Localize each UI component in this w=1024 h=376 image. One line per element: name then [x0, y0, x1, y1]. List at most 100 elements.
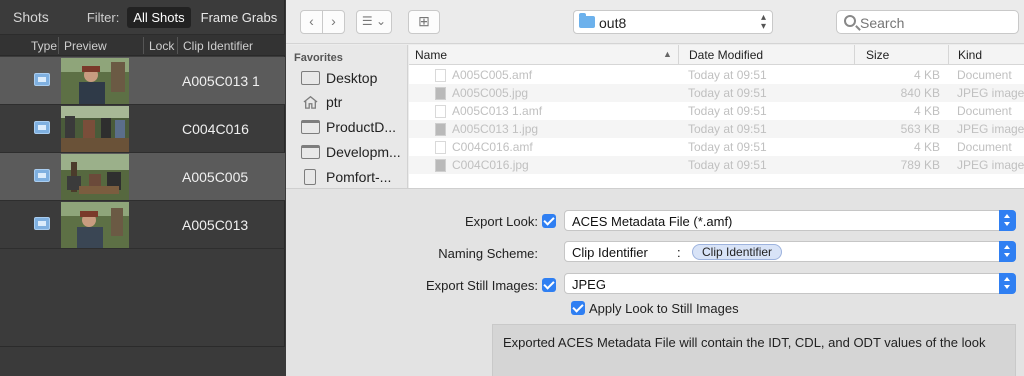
sidebar-item-home[interactable]: ptr [301, 92, 406, 114]
document-icon [435, 105, 446, 118]
file-size: 4 KB [913, 140, 940, 154]
sidebar-item-productd[interactable]: ProductD... [301, 117, 406, 139]
info-box: Exported ACES Metadata File will contain… [492, 324, 1016, 376]
document-icon [435, 69, 446, 82]
popup-arrows-icon [999, 210, 1016, 231]
home-icon [303, 95, 318, 109]
shots-title: Shots [13, 9, 49, 25]
filter-frame-grabs-button[interactable]: Frame Grabs [195, 7, 284, 28]
image-icon [435, 159, 446, 172]
column-date-modified[interactable]: Date Modified [689, 48, 763, 62]
document-icon [435, 141, 446, 154]
search-field[interactable] [836, 10, 1019, 34]
export-look-label: Export Look: [465, 214, 538, 229]
shot-row[interactable]: C004C016 [0, 105, 285, 153]
clip-thumbnail [61, 202, 129, 248]
shots-column-header: Type Preview Lock Clip Identifier [0, 34, 285, 56]
file-row[interactable]: A005C013 1.jpg Today at 09:51 563 KB JPE… [409, 120, 1024, 138]
shots-list: A005C013 1 C004C016 A005C005 A005C013 [0, 57, 285, 249]
file-list-header: Name ▲ Date Modified Size Kind [409, 45, 1024, 65]
finder-sidebar: Favorites Desktop ptr ProductD... Develo… [286, 45, 408, 188]
export-still-images-label: Export Still Images: [426, 278, 538, 293]
export-look-popup[interactable]: ACES Metadata File (*.amf) [564, 210, 1016, 231]
shots-panel: Shots Filter: All Shots Frame Grabs Type… [0, 0, 285, 376]
folder-icon [301, 120, 320, 134]
sidebar-item-developm[interactable]: Developm... [301, 142, 406, 164]
document-icon [304, 169, 316, 185]
column-divider [948, 45, 949, 65]
column-divider [177, 37, 178, 54]
search-icon [844, 15, 856, 27]
column-divider [143, 37, 144, 54]
naming-prefix: Clip Identifier [572, 245, 648, 260]
image-icon [435, 87, 446, 100]
sidebar-item-desktop[interactable]: Desktop [301, 68, 406, 90]
file-name: A005C013 1.jpg [452, 122, 539, 136]
search-input[interactable] [860, 14, 1010, 31]
clip-type-icon [34, 169, 50, 182]
shot-row[interactable]: A005C013 [0, 201, 285, 249]
filter-all-shots-button[interactable]: All Shots [127, 6, 191, 28]
column-type[interactable]: Type [31, 39, 57, 53]
clip-identifier: A005C005 [182, 169, 249, 185]
new-folder-button[interactable]: ⊞ [408, 10, 440, 34]
shots-topbar: Shots Filter: All Shots Frame Grabs [0, 0, 284, 34]
save-sheet: ‹ › ☰ ⌄ ⊞ out8 ▴▾ Favorites Desktop ptr [286, 0, 1024, 376]
column-size[interactable]: Size [866, 48, 889, 62]
file-name: A005C005.amf [452, 68, 533, 82]
file-date: Today at 09:51 [688, 86, 767, 100]
file-size: 4 KB [913, 68, 940, 82]
apply-look-checkbox[interactable] [571, 301, 585, 315]
file-row[interactable]: A005C005.jpg Today at 09:51 840 KB JPEG … [409, 84, 1024, 102]
apply-look-label[interactable]: Apply Look to Still Images [589, 301, 739, 316]
sidebar-item-pomfort[interactable]: Pomfort-... [301, 167, 406, 189]
file-kind: Document [957, 104, 1012, 118]
file-row[interactable]: A005C013 1.amf Today at 09:51 4 KB Docum… [409, 102, 1024, 120]
clip-identifier: A005C013 [182, 217, 249, 233]
export-still-images-checkbox[interactable] [542, 278, 556, 292]
shot-row[interactable]: A005C013 1 [0, 57, 285, 105]
column-preview[interactable]: Preview [64, 39, 107, 53]
path-label: out8 [599, 15, 627, 31]
naming-separator: : [677, 245, 681, 260]
file-kind: JPEG image [957, 158, 1024, 172]
naming-token[interactable]: Clip Identifier [692, 244, 783, 260]
clip-type-icon [34, 121, 50, 134]
export-options-panel: Export Look: ACES Metadata File (*.amf) … [286, 188, 1024, 376]
column-lock[interactable]: Lock [149, 39, 174, 53]
popup-arrows-icon: ▴ ▾ [760, 12, 766, 32]
view-options-button[interactable]: ☰ ⌄ [356, 10, 392, 34]
file-row[interactable]: C004C016.amf Today at 09:51 4 KB Documen… [409, 138, 1024, 156]
file-list: Name ▲ Date Modified Size Kind A005C005.… [409, 45, 1024, 188]
still-format-popup[interactable]: JPEG [564, 273, 1016, 294]
shot-row[interactable]: A005C005 [0, 153, 285, 201]
path-popup[interactable]: out8 ▴ ▾ [573, 10, 773, 34]
column-clip-identifier[interactable]: Clip Identifier [183, 39, 253, 53]
info-text: Exported ACES Metadata File will contain… [503, 335, 986, 350]
file-date: Today at 09:51 [688, 104, 767, 118]
favorites-heading: Favorites [294, 52, 343, 64]
sidebar-item-label: Desktop [326, 70, 378, 86]
clip-thumbnail [61, 106, 129, 152]
column-name[interactable]: Name [415, 48, 447, 62]
sidebar-item-label: Developm... [326, 144, 401, 160]
file-size: 563 KB [900, 122, 940, 136]
back-button[interactable]: ‹ [300, 10, 323, 34]
file-date: Today at 09:51 [688, 122, 767, 136]
clip-thumbnail [61, 154, 129, 200]
still-format-value: JPEG [572, 277, 606, 292]
forward-button[interactable]: › [322, 10, 345, 34]
popup-arrows-icon [999, 273, 1016, 294]
file-date: Today at 09:51 [688, 140, 767, 154]
file-kind: Document [957, 68, 1012, 82]
export-look-checkbox[interactable] [542, 214, 556, 228]
naming-scheme-label: Naming Scheme: [438, 246, 538, 261]
column-kind[interactable]: Kind [958, 48, 982, 62]
image-icon [435, 123, 446, 136]
file-kind: Document [957, 140, 1012, 154]
column-divider [58, 37, 59, 54]
naming-scheme-field[interactable]: Clip Identifier : Clip Identifier [564, 241, 1016, 262]
file-row[interactable]: A005C005.amf Today at 09:51 4 KB Documen… [409, 66, 1024, 84]
file-row[interactable]: C004C016.jpg Today at 09:51 789 KB JPEG … [409, 156, 1024, 174]
clip-identifier: C004C016 [182, 121, 249, 137]
